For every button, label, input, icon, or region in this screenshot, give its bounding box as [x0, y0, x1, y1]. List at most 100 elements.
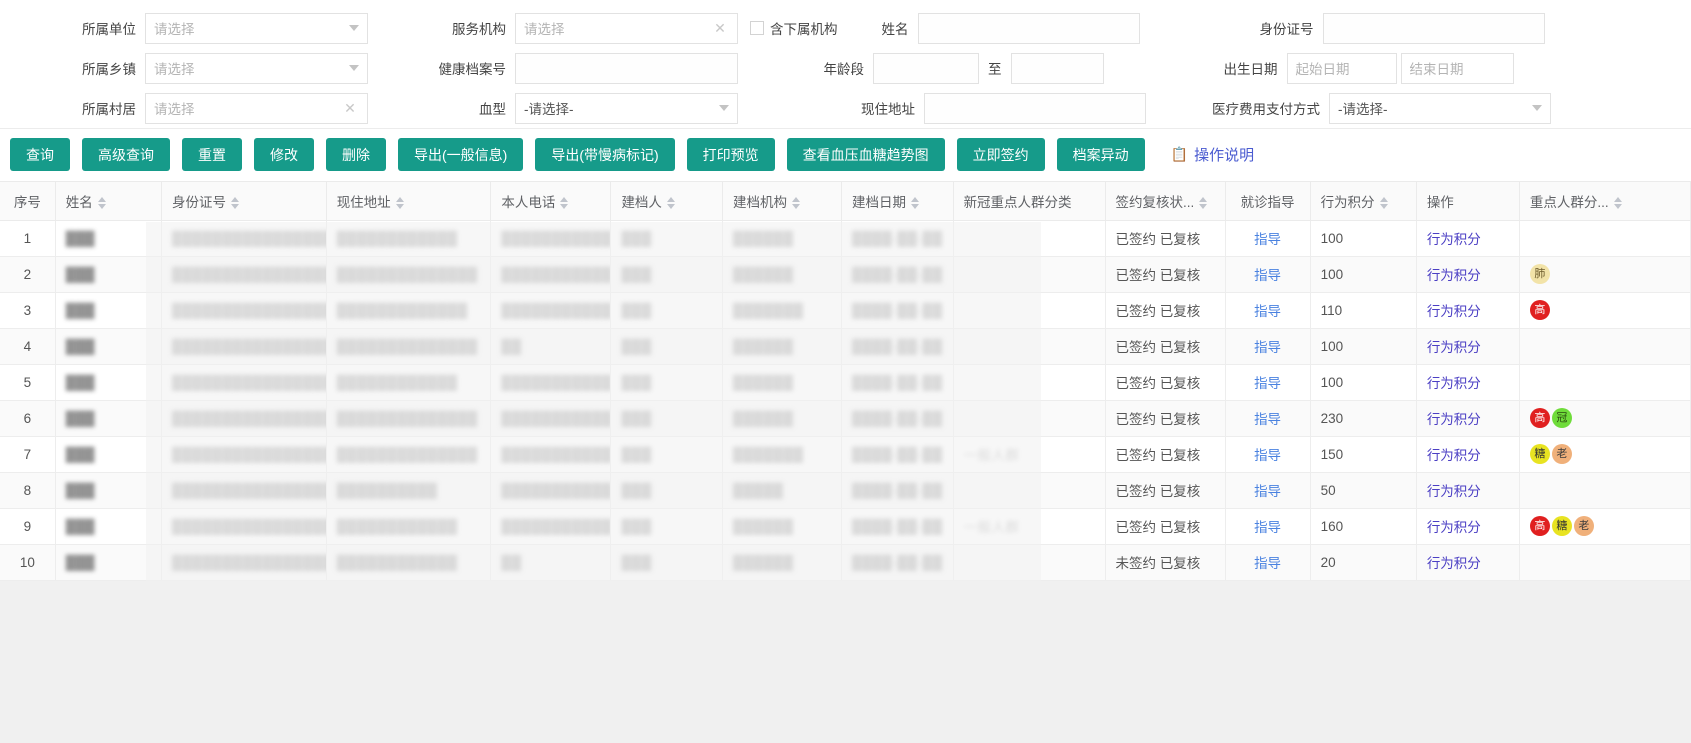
- cell-guidance[interactable]: 指导: [1225, 508, 1311, 545]
- guidance-link[interactable]: 指导: [1254, 412, 1281, 427]
- cell-action[interactable]: 行为积分: [1416, 472, 1520, 509]
- table-row[interactable]: 6 ███ ███████████████ ██████████████ ███████…: [0, 400, 1691, 437]
- column-header-2[interactable]: 身份证号: [161, 182, 327, 221]
- guidance-link[interactable]: 指导: [1254, 520, 1281, 535]
- cell-action[interactable]: 行为积分: [1416, 436, 1520, 473]
- tag-badge-高[interactable]: 高: [1529, 300, 1550, 320]
- input-age-from[interactable]: [873, 52, 979, 84]
- checkbox-box-icon[interactable]: [750, 21, 764, 35]
- cell-action[interactable]: 行为积分: [1416, 544, 1520, 581]
- cell-action[interactable]: 行为积分: [1416, 364, 1520, 401]
- resident-name-link[interactable]: ███: [66, 303, 95, 318]
- cell-guidance[interactable]: 指导: [1225, 328, 1311, 365]
- column-header-6[interactable]: 建档机构: [722, 182, 842, 221]
- cell-action[interactable]: 行为积分: [1416, 508, 1520, 545]
- clear-icon[interactable]: ✕: [712, 20, 728, 36]
- input-current-address[interactable]: [924, 92, 1146, 124]
- delete-button[interactable]: 删除: [326, 138, 386, 171]
- behavior-score-link[interactable]: 行为积分: [1427, 484, 1481, 499]
- sort-arrows-icon[interactable]: [1199, 196, 1208, 210]
- column-header-11[interactable]: 行为积分: [1310, 182, 1417, 221]
- search-button[interactable]: 查询: [10, 138, 70, 171]
- resident-name-link[interactable]: ███: [66, 375, 95, 390]
- table-row[interactable]: 9 ███ ███████████████ ████████████ █████████…: [0, 508, 1691, 545]
- record-change-button[interactable]: 档案异动: [1056, 138, 1145, 171]
- cell-action[interactable]: 行为积分: [1416, 256, 1520, 293]
- behavior-score-link[interactable]: 行为积分: [1427, 556, 1481, 571]
- tag-badge-冠[interactable]: 冠: [1551, 408, 1572, 428]
- table-row[interactable]: 2 ███ ███████████████ ██████████████ ███████…: [0, 256, 1691, 293]
- behavior-score-link[interactable]: 行为积分: [1427, 340, 1481, 355]
- checkbox-include-sub-org[interactable]: 含下属机构: [750, 18, 838, 38]
- sort-arrows-icon[interactable]: [666, 196, 676, 210]
- column-header-13[interactable]: 重点人群分...: [1519, 182, 1691, 221]
- guidance-link[interactable]: 指导: [1254, 448, 1281, 463]
- behavior-score-link[interactable]: 行为积分: [1427, 268, 1481, 283]
- guidance-link[interactable]: 指导: [1254, 232, 1281, 247]
- tag-badge-高[interactable]: 高: [1529, 516, 1550, 536]
- cell-name[interactable]: ███: [55, 472, 163, 509]
- sort-arrows-icon[interactable]: [231, 196, 240, 210]
- cell-guidance[interactable]: 指导: [1225, 400, 1311, 437]
- table-row[interactable]: 8 ███ ███████████████ ██████████ ███████████…: [0, 472, 1691, 509]
- sort-arrows-icon[interactable]: [911, 196, 920, 210]
- select-town[interactable]: 请选择: [145, 52, 368, 84]
- reset-button[interactable]: 重置: [182, 138, 242, 171]
- guidance-link[interactable]: 指导: [1254, 484, 1281, 499]
- tag-badge-肺[interactable]: 肺: [1529, 264, 1550, 284]
- behavior-score-link[interactable]: 行为积分: [1427, 304, 1481, 319]
- cell-guidance[interactable]: 指导: [1225, 364, 1311, 401]
- select-village[interactable]: 请选择 ✕: [145, 92, 368, 124]
- behavior-score-link[interactable]: 行为积分: [1427, 520, 1481, 535]
- column-header-1[interactable]: 姓名: [55, 182, 163, 221]
- select-blood-type[interactable]: -请选择-: [515, 92, 738, 124]
- cell-name[interactable]: ███: [55, 508, 163, 545]
- table-row[interactable]: 3 ███ ███████████████ █████████████ ████████…: [0, 292, 1691, 329]
- help-instructions-link[interactable]: 📋 操作说明: [1171, 144, 1254, 165]
- cell-action[interactable]: 行为积分: [1416, 400, 1520, 437]
- tag-badge-老[interactable]: 老: [1551, 444, 1572, 464]
- input-name[interactable]: [917, 12, 1140, 44]
- input-birth-date-to[interactable]: 结束日期: [1400, 52, 1514, 84]
- cell-guidance[interactable]: 指导: [1225, 292, 1311, 329]
- view-trend-chart-button[interactable]: 查看血压血糖趋势图: [786, 138, 945, 171]
- behavior-score-link[interactable]: 行为积分: [1427, 448, 1481, 463]
- behavior-score-link[interactable]: 行为积分: [1427, 376, 1481, 391]
- resident-name-link[interactable]: ███: [66, 339, 95, 354]
- column-header-5[interactable]: 建档人: [610, 182, 723, 221]
- cell-name[interactable]: ███: [55, 400, 163, 437]
- cell-guidance[interactable]: 指导: [1225, 220, 1311, 257]
- sort-arrows-icon[interactable]: [1379, 196, 1389, 210]
- tag-badge-糖[interactable]: 糖: [1529, 444, 1550, 464]
- input-birth-date-from[interactable]: 起始日期: [1286, 52, 1397, 84]
- behavior-score-link[interactable]: 行为积分: [1427, 412, 1481, 427]
- resident-name-link[interactable]: ███: [66, 411, 95, 426]
- select-payment-method[interactable]: -请选择-: [1329, 92, 1551, 124]
- export-chronic-button[interactable]: 导出(带慢病标记): [535, 138, 675, 171]
- sort-arrows-icon[interactable]: [792, 196, 801, 210]
- cell-guidance[interactable]: 指导: [1225, 472, 1311, 509]
- sort-arrows-icon[interactable]: [395, 196, 405, 210]
- resident-name-link[interactable]: ███: [66, 447, 95, 462]
- clear-icon[interactable]: ✕: [342, 100, 358, 116]
- guidance-link[interactable]: 指导: [1254, 376, 1281, 391]
- resident-name-link[interactable]: ███: [66, 267, 95, 282]
- cell-name[interactable]: ███: [55, 220, 163, 257]
- print-preview-button[interactable]: 打印预览: [686, 138, 775, 171]
- edit-button[interactable]: 修改: [254, 138, 314, 171]
- input-health-record-no[interactable]: [515, 52, 738, 84]
- column-header-9[interactable]: 签约复核状...: [1105, 182, 1226, 221]
- tag-badge-糖[interactable]: 糖: [1551, 516, 1572, 536]
- tag-badge-高[interactable]: 高: [1529, 408, 1550, 428]
- behavior-score-link[interactable]: 行为积分: [1427, 232, 1481, 247]
- sign-now-button[interactable]: 立即签约: [956, 138, 1045, 171]
- tag-badge-老[interactable]: 老: [1573, 516, 1594, 536]
- table-row[interactable]: 1 ███ ███████████████ ████████████ █████████…: [0, 220, 1691, 257]
- table-row[interactable]: 5 ███ ███████████████ ████████████ █████████…: [0, 364, 1691, 401]
- cell-guidance[interactable]: 指导: [1225, 544, 1311, 581]
- cell-guidance[interactable]: 指导: [1225, 256, 1311, 293]
- sort-arrows-icon[interactable]: [1613, 196, 1623, 210]
- resident-name-link[interactable]: ███: [66, 231, 95, 246]
- select-unit[interactable]: 请选择: [145, 12, 368, 44]
- resident-name-link[interactable]: ███: [66, 483, 95, 498]
